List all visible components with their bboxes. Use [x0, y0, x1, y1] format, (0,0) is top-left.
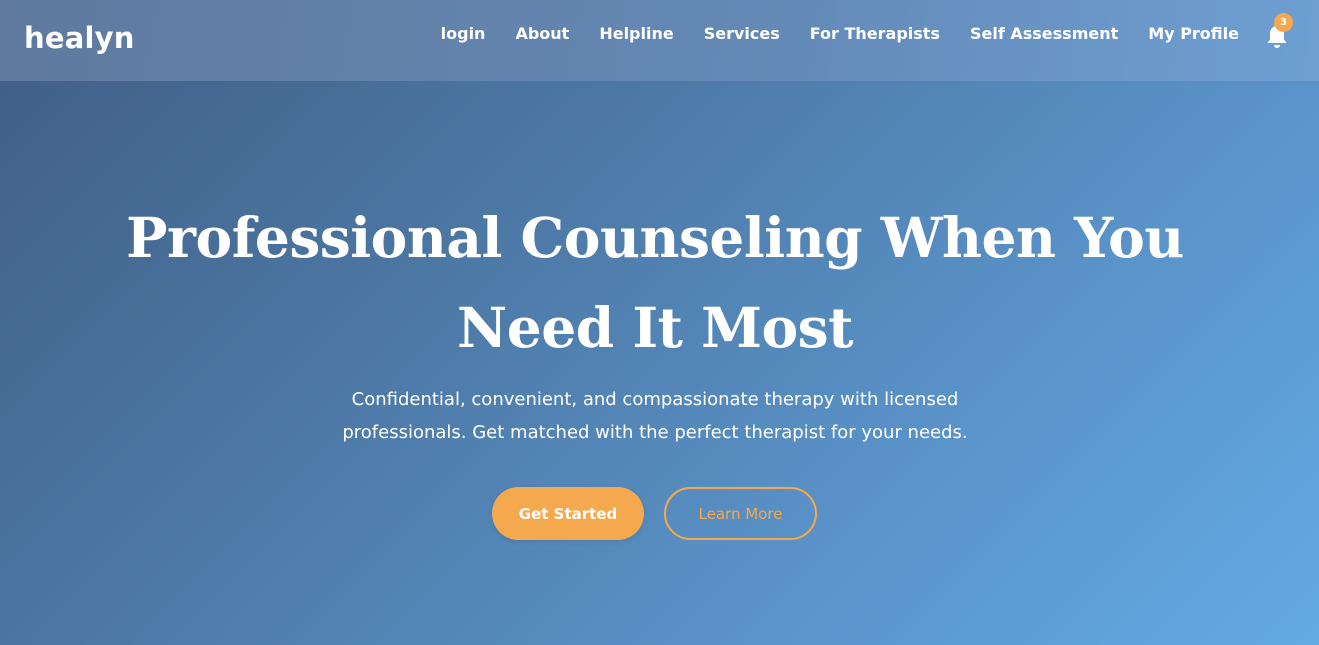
hero-subtitle: Confidential, convenient, and compassion… [342, 389, 968, 443]
learn-more-button[interactable]: Learn More [664, 487, 817, 540]
notification-count-badge: 3 [1274, 13, 1293, 32]
nav-self-assessment-link[interactable]: Self Assessment [970, 22, 1118, 46]
brand-logo[interactable]: healyn [24, 20, 135, 56]
nav-helpline-link[interactable]: Helpline [599, 22, 673, 46]
nav-services-link[interactable]: Services [704, 22, 780, 46]
top-navbar: healyn login About Helpline Services For… [0, 0, 1319, 81]
nav-login-link[interactable]: login [441, 22, 486, 46]
get-started-button[interactable]: Get Started [492, 487, 644, 540]
main-nav: login About Helpline Services For Therap… [441, 22, 1239, 46]
nav-my-profile-link[interactable]: My Profile [1148, 22, 1239, 46]
nav-about-link[interactable]: About [515, 22, 569, 46]
nav-for-therapists-link[interactable]: For Therapists [810, 22, 940, 46]
hero-title: Professional Counseling When You Need It… [126, 205, 1184, 360]
notifications-button[interactable]: 3 [1265, 13, 1293, 50]
hero-section: Professional Counseling When You Need It… [0, 81, 1319, 645]
